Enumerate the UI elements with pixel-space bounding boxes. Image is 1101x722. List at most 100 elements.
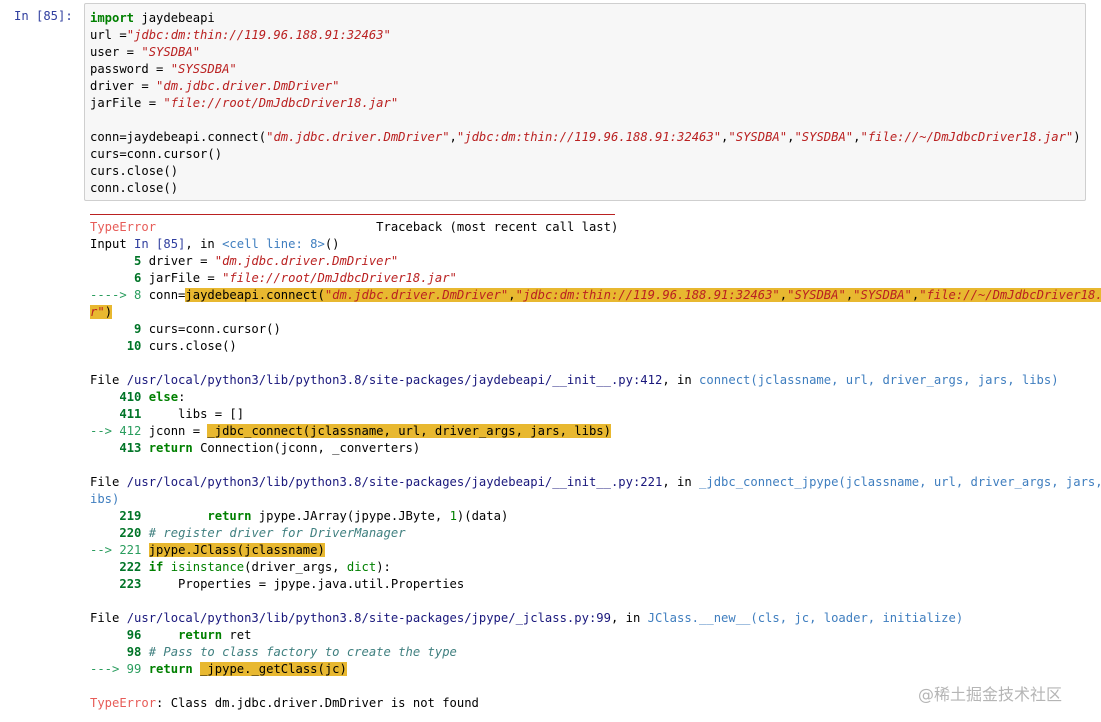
traceback-input-line: Input In [85], in <cell line: 8>() (90, 236, 1080, 253)
error-message: : Class dm.jdbc.driver.DmDriver is not f… (156, 696, 479, 710)
code-line-10: curs.close() (90, 164, 179, 178)
keyword: return (178, 628, 223, 642)
string-literal: "SYSDBA" (728, 130, 788, 144)
code-text: libs = [] (141, 407, 245, 421)
code-line-11: conn.close() (90, 181, 179, 195)
file-path: /usr/local/python3/lib/python3.8/site-pa… (126, 475, 663, 489)
string-literal: "dm.jdbc.driver.DmDriver" (266, 130, 450, 144)
line-number: 98 (126, 645, 142, 659)
keyword: import (90, 11, 135, 25)
string-literal: "SYSSDBA" (170, 62, 237, 76)
code-text: File (90, 475, 127, 489)
frame2-line-413: 413 return Connection(jconn, _converters… (90, 440, 1080, 457)
error-arrow: ----> 8 (90, 288, 142, 302)
code-line-3: user = "SYSDBA" (90, 44, 1081, 61)
code-text: Input (90, 237, 135, 251)
line-number: 223 (119, 577, 142, 591)
file-path: /usr/local/python3/lib/python3.8/site-pa… (126, 611, 611, 625)
error-arrow: --> 221 (90, 543, 142, 557)
line-number: 222 (119, 560, 142, 574)
string-literal: "jdbc:dm:thin://119.96.188.91:32463" (515, 288, 780, 302)
frame1-line-9: 9 curs=conn.cursor() (90, 321, 1080, 338)
frame2-line-411: 411 libs = [] (90, 406, 1080, 423)
error-highlight: jpype.JClass(jclassname) (148, 543, 325, 557)
traceback-title: Traceback (most recent call last) (156, 220, 619, 234)
string-literal: "SYSDBA" (787, 288, 846, 302)
frame1-line-8-wrap: r") (90, 304, 1080, 321)
line-number: 96 (126, 628, 142, 642)
code-line-1: import jaydebeapi (90, 10, 1081, 27)
code-text: url = (90, 28, 127, 42)
frame3-line-222: 222 if isinstance(driver_args, dict): (90, 559, 1080, 576)
frame4-header: File /usr/local/python3/lib/python3.8/si… (90, 610, 1080, 627)
string-literal: r" (90, 305, 105, 319)
comma: , (449, 130, 457, 144)
code-line-5: driver = "dm.jdbc.driver.DmDriver" (90, 78, 1081, 95)
code-comment: # Pass to class factory to create the ty… (148, 645, 457, 659)
number-literal: 1 (449, 509, 457, 523)
string-literal: "jdbc:dm:thin://119.96.188.91:32463" (126, 28, 391, 42)
cell-output-traceback: TypeError Traceback (most recent call la… (90, 210, 1101, 712)
code-cell-input[interactable]: import jaydebeapi url ="jdbc:dm:thin://1… (84, 3, 1086, 201)
line-number: 410 (119, 390, 142, 404)
code-text: , in (185, 237, 223, 251)
code-text: , in (662, 373, 700, 387)
frame3-line-223: 223 Properties = jpype.java.util.Propert… (90, 576, 1080, 593)
frame4-line-96: 96 return ret (90, 627, 1080, 644)
keyword: if (148, 560, 164, 574)
code-text: jaydebeapi (134, 11, 215, 25)
code-text: jaydebeapi.connect( (185, 288, 325, 302)
frame1-line-10: 10 curs.close() (90, 338, 1080, 355)
code-line-6: jarFile = "file://root/DmJdbcDriver18.ja… (90, 95, 1081, 112)
file-path: /usr/local/python3/lib/python3.8/site-pa… (126, 373, 663, 387)
line-number: 219 (119, 509, 142, 523)
string-literal: "file://~/DmJdbcDriver18.jar" (860, 130, 1074, 144)
error-highlight: _jpype._getClass(jc) (200, 662, 347, 676)
cell-prompt: In [85]: (14, 9, 73, 23)
code-text: , in (662, 475, 700, 489)
function-signature: _jdbc_connect_jpype(jclassname, url, dri… (699, 475, 1101, 489)
input-ref: In [85] (134, 237, 186, 251)
code-comment: # register driver for DriverManager (148, 526, 406, 540)
string-literal: "SYSDBA" (141, 45, 201, 59)
comma: , (508, 288, 516, 302)
code-text: conn= (141, 288, 186, 302)
code-text: curs=conn.cursor() (141, 322, 281, 336)
string-literal: "dm.jdbc.driver.DmDriver" (324, 288, 509, 302)
line-number: 220 (119, 526, 142, 540)
frame2-line-410: 410 else: (90, 389, 1080, 406)
code-text: jpype.JArray(jpype.JByte, (251, 509, 450, 523)
code-text: ) (1073, 130, 1081, 144)
frame4-line-98: 98 # Pass to class factory to create the… (90, 644, 1080, 661)
code-text: ): (376, 560, 391, 574)
line-number: 413 (119, 441, 142, 455)
watermark: @稀土掘金技术社区 (918, 685, 1063, 704)
string-literal: "SYSDBA" (853, 288, 912, 302)
function-signature: JClass.__new__(cls, jc, loader, initiali… (647, 611, 964, 625)
error-type: TypeError (90, 696, 157, 710)
string-literal: "dm.jdbc.driver.DmDriver" (214, 254, 399, 268)
code-editor[interactable]: import jaydebeapi url ="jdbc:dm:thin://1… (90, 10, 1081, 197)
function-signature: ibs) (90, 492, 120, 506)
code-text: Properties = jpype.java.util.Properties (141, 577, 465, 591)
frame3-header: File /usr/local/python3/lib/python3.8/si… (90, 474, 1101, 491)
line-number: 411 (119, 407, 142, 421)
code-text: (driver_args, (244, 560, 347, 574)
code-text: jarFile = (141, 271, 223, 285)
code-text: ) (104, 305, 113, 319)
code-text: File (90, 611, 127, 625)
code-text: , in (610, 611, 648, 625)
frame3-line-220: 220 # register driver for DriverManager (90, 525, 1080, 542)
keyword: else (148, 390, 179, 404)
code-line-2: url ="jdbc:dm:thin://119.96.188.91:32463… (90, 27, 1081, 44)
frame1-line-8: ----> 8 conn=jaydebeapi.connect("dm.jdbc… (90, 287, 1101, 304)
string-literal: "file://root/DmJdbcDriver18.jar" (163, 96, 399, 110)
code-text: jarFile = (90, 96, 164, 110)
frame2-line-412: --> 412 jconn = _jdbc_connect(jclassname… (90, 423, 1080, 440)
code-text: Connection(jconn, _converters) (192, 441, 421, 455)
code-line-4: password = "SYSSDBA" (90, 61, 1081, 78)
frame4-line-99: ---> 99 return _jpype._getClass(jc) (90, 661, 1080, 678)
code-text: jconn = (141, 424, 208, 438)
traceback-separator (90, 214, 615, 215)
